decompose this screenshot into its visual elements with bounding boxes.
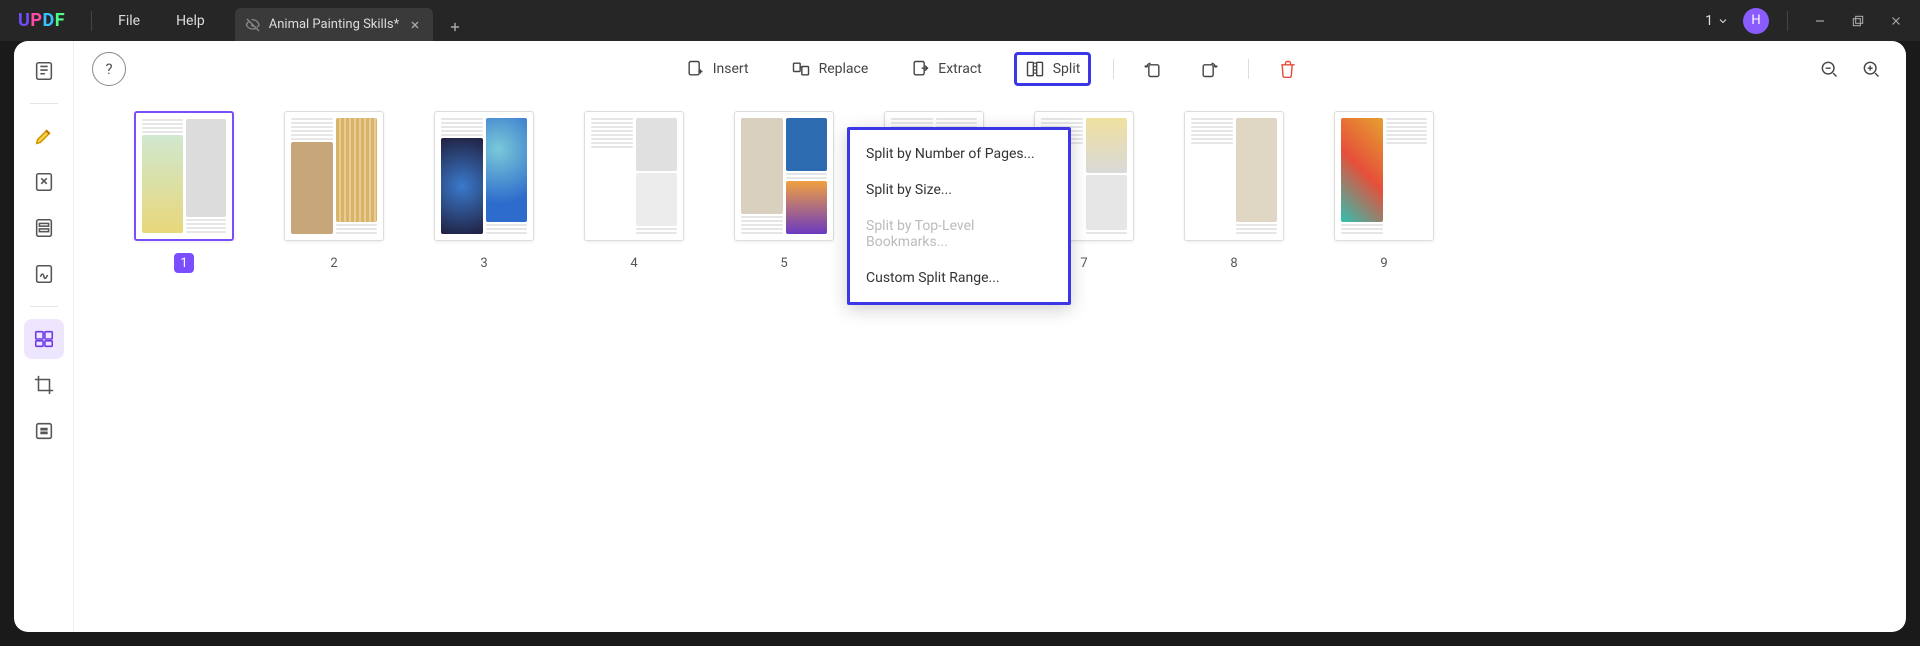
page-thumbnail-cell: 2	[284, 111, 384, 273]
titlebar: UPDF File Help Animal Painting Skills* 1…	[0, 0, 1920, 41]
rotate-right-button[interactable]	[1192, 52, 1226, 86]
page-thumbnail-cell: 3	[434, 111, 534, 273]
page-thumbnail[interactable]	[134, 111, 234, 241]
tab-add-button[interactable]	[441, 13, 469, 41]
left-sidebar	[14, 41, 74, 632]
page-number-label: 8	[1224, 253, 1244, 273]
split-by-size-item[interactable]: Split by Size...	[850, 172, 1068, 208]
split-label: Split	[1053, 61, 1081, 77]
replace-label: Replace	[819, 61, 869, 77]
page-number-label: 9	[1374, 253, 1394, 273]
split-button[interactable]: Split	[1014, 52, 1092, 86]
titlebar-separator	[91, 11, 92, 31]
split-icon	[1025, 59, 1045, 79]
sidebar-edit-button[interactable]	[24, 162, 64, 202]
organize-toolbar: ? Insert Replace Extract Split	[74, 41, 1906, 97]
page-number-label: 3	[474, 253, 494, 273]
page-thumbnail-cell: 5	[734, 111, 834, 273]
app-logo: UPDF	[0, 10, 83, 31]
tab-title: Animal Painting Skills*	[269, 17, 399, 32]
split-dropdown: Split by Number of Pages... Split by Siz…	[847, 127, 1071, 305]
delete-button[interactable]	[1271, 52, 1305, 86]
zoom-in-button[interactable]	[1854, 52, 1888, 86]
zoom-in-icon	[1861, 59, 1881, 79]
zoom-controls	[1812, 52, 1888, 86]
extract-icon	[910, 59, 930, 79]
split-by-pages-item[interactable]: Split by Number of Pages...	[850, 136, 1068, 172]
trash-icon	[1278, 59, 1298, 79]
rotate-right-icon	[1199, 59, 1219, 79]
sidebar-annotate-button[interactable]	[24, 116, 64, 156]
page-thumbnail-cell: 4	[584, 111, 684, 273]
page-thumbnail[interactable]	[434, 111, 534, 241]
replace-button[interactable]: Replace	[781, 53, 879, 85]
page-number-label: 2	[324, 253, 344, 273]
rotate-left-icon	[1143, 59, 1163, 79]
tab-strip: Animal Painting Skills*	[235, 0, 469, 41]
split-by-bookmarks-item: Split by Top-Level Bookmarks...	[850, 208, 1068, 260]
main-area: ? Insert Replace Extract Split	[74, 41, 1906, 632]
extract-label: Extract	[938, 61, 981, 77]
sidebar-sign-button[interactable]	[24, 254, 64, 294]
menu-help[interactable]: Help	[158, 0, 223, 41]
page-thumbnail-cell: 9	[1334, 111, 1434, 273]
insert-icon	[685, 59, 705, 79]
page-thumbnail[interactable]	[284, 111, 384, 241]
page-thumbnail[interactable]	[1184, 111, 1284, 241]
help-button[interactable]: ?	[92, 52, 126, 86]
page-number-label: 4	[624, 253, 644, 273]
split-custom-range-item[interactable]: Custom Split Range...	[850, 260, 1068, 296]
page-thumbnail[interactable]	[734, 111, 834, 241]
page-thumbnail-cell: 1	[134, 111, 234, 273]
zoom-out-icon	[1819, 59, 1839, 79]
sidebar-organize-button[interactable]	[24, 319, 64, 359]
account-count: 1	[1705, 13, 1713, 29]
replace-icon	[791, 59, 811, 79]
rotate-left-button[interactable]	[1136, 52, 1170, 86]
insert-button[interactable]: Insert	[675, 53, 759, 85]
sidebar-form-button[interactable]	[24, 208, 64, 248]
window-close-button[interactable]	[1882, 7, 1910, 35]
toolbar-separator	[1113, 59, 1114, 79]
workspace: ? Insert Replace Extract Split	[14, 41, 1906, 632]
avatar[interactable]: H	[1743, 8, 1769, 34]
menu-file[interactable]: File	[100, 0, 158, 41]
page-number-label: 1	[174, 253, 194, 273]
zoom-out-button[interactable]	[1812, 52, 1846, 86]
sidebar-reader-button[interactable]	[24, 51, 64, 91]
page-number-label: 7	[1074, 253, 1094, 273]
insert-label: Insert	[713, 61, 749, 77]
chevron-down-icon	[1717, 15, 1729, 27]
tab-document[interactable]: Animal Painting Skills*	[235, 8, 433, 41]
page-thumbnail[interactable]	[1334, 111, 1434, 241]
extract-button[interactable]: Extract	[900, 53, 991, 85]
tab-close-icon[interactable]	[407, 17, 423, 33]
page-number-label: 5	[774, 253, 794, 273]
sidebar-crop-button[interactable]	[24, 365, 64, 405]
eye-off-icon	[245, 17, 261, 33]
sidebar-redact-button[interactable]	[24, 411, 64, 451]
account-dropdown[interactable]: 1	[1701, 13, 1733, 29]
window-restore-button[interactable]	[1844, 7, 1872, 35]
sidebar-separator	[30, 306, 58, 307]
page-thumbnail[interactable]	[584, 111, 684, 241]
window-minimize-button[interactable]	[1806, 7, 1834, 35]
page-thumbnail-cell: 8	[1184, 111, 1284, 273]
sidebar-separator	[30, 103, 58, 104]
toolbar-separator	[1248, 59, 1249, 79]
titlebar-separator	[1787, 11, 1788, 31]
titlebar-right: 1 H	[1701, 7, 1920, 35]
